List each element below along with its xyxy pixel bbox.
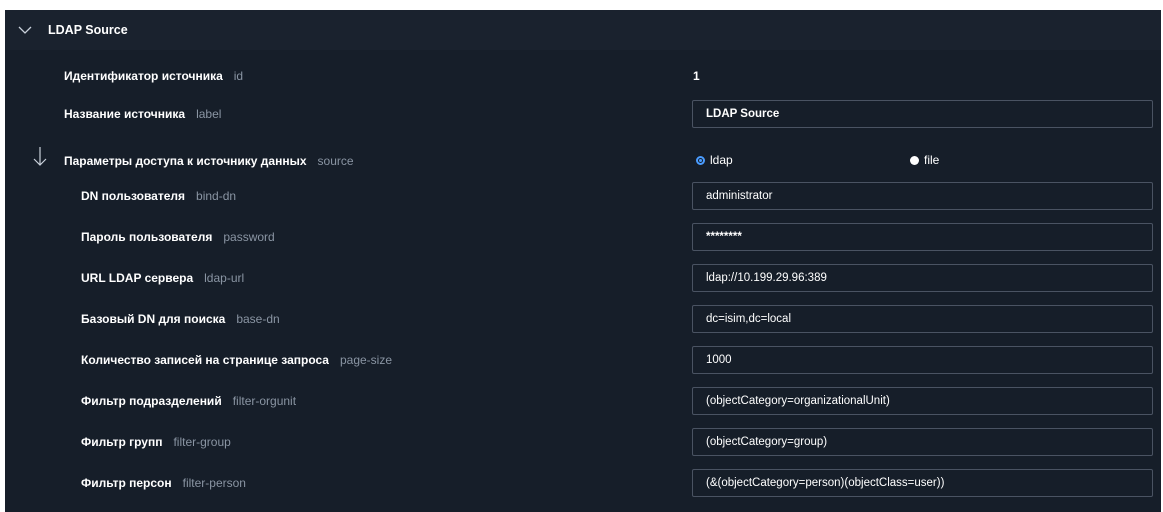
field-key: filter-group <box>173 435 231 449</box>
field-label: Фильтр подразделений filter-orgunit <box>81 394 297 408</box>
radio-file[interactable]: file <box>910 153 939 167</box>
chevron-down-icon[interactable] <box>17 24 33 36</box>
field-label: Параметры доступа к источнику данных sour… <box>64 154 354 168</box>
radio-selected-icon <box>696 155 705 165</box>
field-row-filter-person: Фильтр персон filter-person (&(objectCate… <box>5 469 1161 499</box>
field-key: ldap-url <box>204 271 245 285</box>
field-label: Название источника label <box>64 107 222 121</box>
field-key: password <box>223 230 275 244</box>
field-label: Идентификатор источника id <box>64 69 244 83</box>
password-input[interactable]: ******** <box>692 223 1153 251</box>
page-size-input[interactable]: 1000 <box>692 346 1153 374</box>
id-value: 1 <box>693 69 700 83</box>
bind-dn-input[interactable]: administrator <box>692 182 1153 210</box>
field-label: Фильтр персон filter-person <box>81 476 246 490</box>
ldap-url-input[interactable]: ldap://10.199.29.96:389 <box>692 264 1153 292</box>
field-label: Количество записей на странице запроса pa… <box>81 353 393 367</box>
filter-orgunit-input[interactable]: (objectCategory=organizationalUnit) <box>692 387 1153 415</box>
field-key: bind-dn <box>196 189 237 203</box>
label-input[interactable]: LDAP Source <box>692 100 1153 128</box>
field-key: source <box>317 154 354 168</box>
field-label: URL LDAP сервера ldap-url <box>81 271 245 285</box>
radio-label: ldap <box>710 153 733 167</box>
filter-group-input[interactable]: (objectCategory=group) <box>692 428 1153 456</box>
field-row-ldap-url: URL LDAP сервера ldap-url ldap://10.199.2… <box>5 264 1161 294</box>
section-title: LDAP Source <box>48 23 128 37</box>
field-label: DN пользователя bind-dn <box>81 189 237 203</box>
field-label: Базовый DN для поиска base-dn <box>81 312 280 326</box>
field-row-password: Пароль пользователя password ******** <box>5 223 1161 253</box>
arrow-down-icon[interactable] <box>33 145 47 169</box>
field-key: filter-person <box>182 476 246 490</box>
field-row-label: Название источника label LDAP Source <box>5 100 1161 130</box>
field-row-bind-dn: DN пользователя bind-dn administrator <box>5 182 1161 212</box>
section-header[interactable]: LDAP Source <box>5 10 1161 50</box>
field-key: id <box>233 69 244 83</box>
field-row-source: Параметры доступа к источнику данных sour… <box>5 147 1161 177</box>
filter-person-input[interactable]: (&(objectCategory=person)(objectClass=us… <box>692 469 1153 497</box>
radio-ldap[interactable]: ldap <box>696 153 733 167</box>
base-dn-input[interactable]: dc=isim,dc=local <box>692 305 1153 333</box>
field-key: page-size <box>339 353 393 367</box>
field-row-page-size: Количество записей на странице запроса pa… <box>5 346 1161 376</box>
radio-unselected-icon <box>910 155 919 165</box>
field-key: base-dn <box>236 312 280 326</box>
field-row-id: Идентификатор источника id 1 <box>5 62 1161 92</box>
field-row-filter-orgunit: Фильтр подразделений filter-orgunit (obje… <box>5 387 1161 417</box>
ldap-source-panel: LDAP Source Идентификатор источника id 1 … <box>5 10 1161 512</box>
field-label: Пароль пользователя password <box>81 230 275 244</box>
field-row-filter-group: Фильтр групп filter-group (objectCategory… <box>5 428 1161 458</box>
field-key: label <box>196 107 222 121</box>
field-key: filter-orgunit <box>232 394 297 408</box>
radio-label: file <box>924 153 940 167</box>
field-label: Фильтр групп filter-group <box>81 435 231 449</box>
field-row-base-dn: Базовый DN для поиска base-dn dc=isim,dc=… <box>5 305 1161 335</box>
